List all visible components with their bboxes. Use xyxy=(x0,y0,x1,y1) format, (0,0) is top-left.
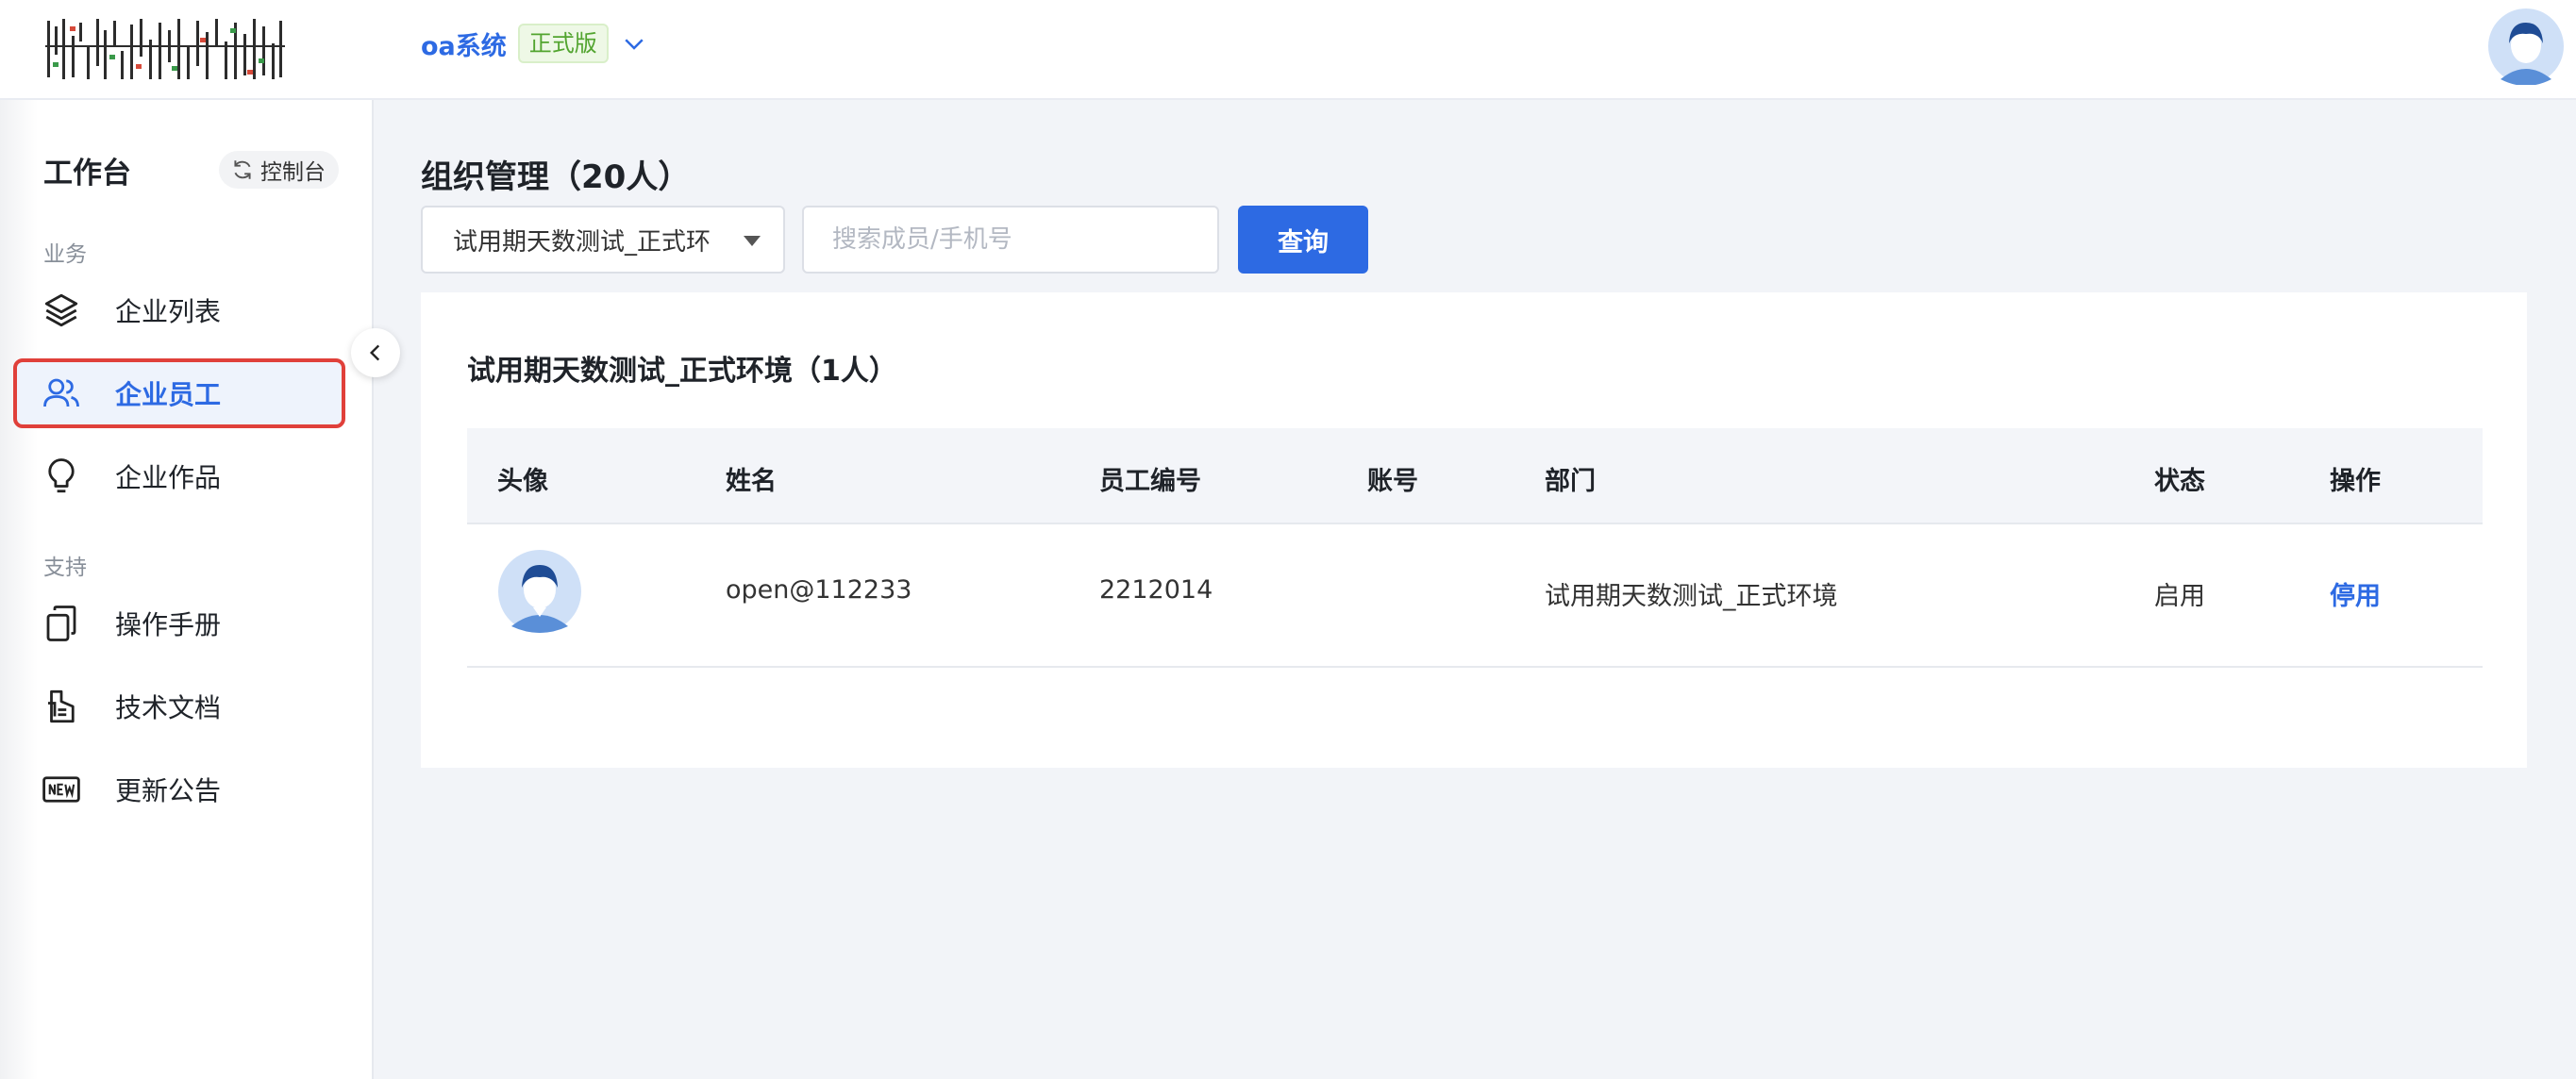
employee-avatar xyxy=(498,550,581,633)
table-header: 头像 姓名 员工编号 账号 部门 状态 操作 xyxy=(467,428,2483,524)
sidebar-item-label: 企业员工 xyxy=(115,379,222,410)
sidebar-item-label: 企业作品 xyxy=(115,462,222,493)
group-label-business: 业务 xyxy=(43,242,87,267)
page-title: 组织管理（20人） xyxy=(421,158,691,196)
sidebar-item-manual[interactable]: 操作手册 xyxy=(13,589,345,658)
collapse-sidebar-button[interactable] xyxy=(351,328,400,377)
query-button[interactable]: 查询 xyxy=(1238,206,1368,274)
col-action: 操作 xyxy=(2330,467,2381,496)
group-label-support: 支持 xyxy=(43,556,87,580)
lightbulb-icon xyxy=(48,458,75,493)
console-label: 控制台 xyxy=(260,160,326,185)
app-switcher[interactable]: oa系统 正式版 xyxy=(421,23,648,64)
sidebar-item-label: 更新公告 xyxy=(115,775,222,806)
caret-down-icon xyxy=(744,236,761,246)
chevron-left-icon xyxy=(369,344,380,361)
sidebar-item-tech-docs[interactable]: 技术文档 xyxy=(13,672,345,741)
sidebar-item-company-employees[interactable]: 企业员工 xyxy=(13,358,345,428)
sidebar: 工作台 控制台 业务 企业列表 企业员工 企业作品 支持 操作手册 技术文档 更… xyxy=(0,100,374,1079)
col-avatar: 头像 xyxy=(497,467,548,496)
document-icon xyxy=(48,689,75,723)
organization-select[interactable]: 试用期天数测试_正式环 xyxy=(421,206,785,274)
console-button[interactable]: 控制台 xyxy=(219,151,339,189)
disable-link[interactable]: 停用 xyxy=(2330,575,2381,612)
organization-select-value: 试用期天数测试_正式环 xyxy=(453,227,711,257)
workspace-title: 工作台 xyxy=(43,157,131,191)
layers-icon xyxy=(44,293,78,327)
sidebar-item-label: 技术文档 xyxy=(115,692,222,723)
cell-status: 启用 xyxy=(2154,582,2205,611)
sidebar-item-company-works[interactable]: 企业作品 xyxy=(13,441,345,511)
users-icon xyxy=(43,378,79,407)
sidebar-item-label: 操作手册 xyxy=(115,609,222,640)
cell-department: 试用期天数测试_正式环境 xyxy=(1545,582,1838,611)
col-department: 部门 xyxy=(1545,467,1596,496)
chevron-down-icon[interactable] xyxy=(620,29,648,58)
col-account: 账号 xyxy=(1367,467,1418,496)
refresh-icon xyxy=(234,160,251,179)
sidebar-item-announcements[interactable]: 更新公告 xyxy=(13,755,345,824)
col-name: 姓名 xyxy=(726,467,777,496)
sidebar-item-company-list[interactable]: 企业列表 xyxy=(13,275,345,345)
table-row: open@112233 2212014 试用期天数测试_正式环境 启用 停用 xyxy=(467,524,2483,668)
card-title: 试用期天数测试_正式环境（1人） xyxy=(467,355,897,388)
top-header: oa系统 正式版 xyxy=(0,0,2576,100)
logo[interactable] xyxy=(45,17,285,81)
sidebar-item-label: 企业列表 xyxy=(115,296,222,327)
user-avatar[interactable] xyxy=(2487,8,2565,85)
app-name[interactable]: oa系统 xyxy=(421,25,507,62)
copy-docs-icon xyxy=(46,606,76,641)
new-badge-icon xyxy=(42,776,80,803)
employee-card: 试用期天数测试_正式环境（1人） 头像 姓名 员工编号 账号 部门 状态 操作 … xyxy=(421,292,2527,768)
edition-badge: 正式版 xyxy=(517,24,609,63)
col-status: 状态 xyxy=(2154,467,2205,496)
cell-employee-no: 2212014 xyxy=(1099,575,1213,605)
col-employee-no: 员工编号 xyxy=(1099,467,1201,496)
search-input[interactable] xyxy=(802,206,1219,274)
employee-table: 头像 姓名 员工编号 账号 部门 状态 操作 open@112233 22120… xyxy=(467,428,2483,668)
cell-name: open@112233 xyxy=(726,575,912,605)
